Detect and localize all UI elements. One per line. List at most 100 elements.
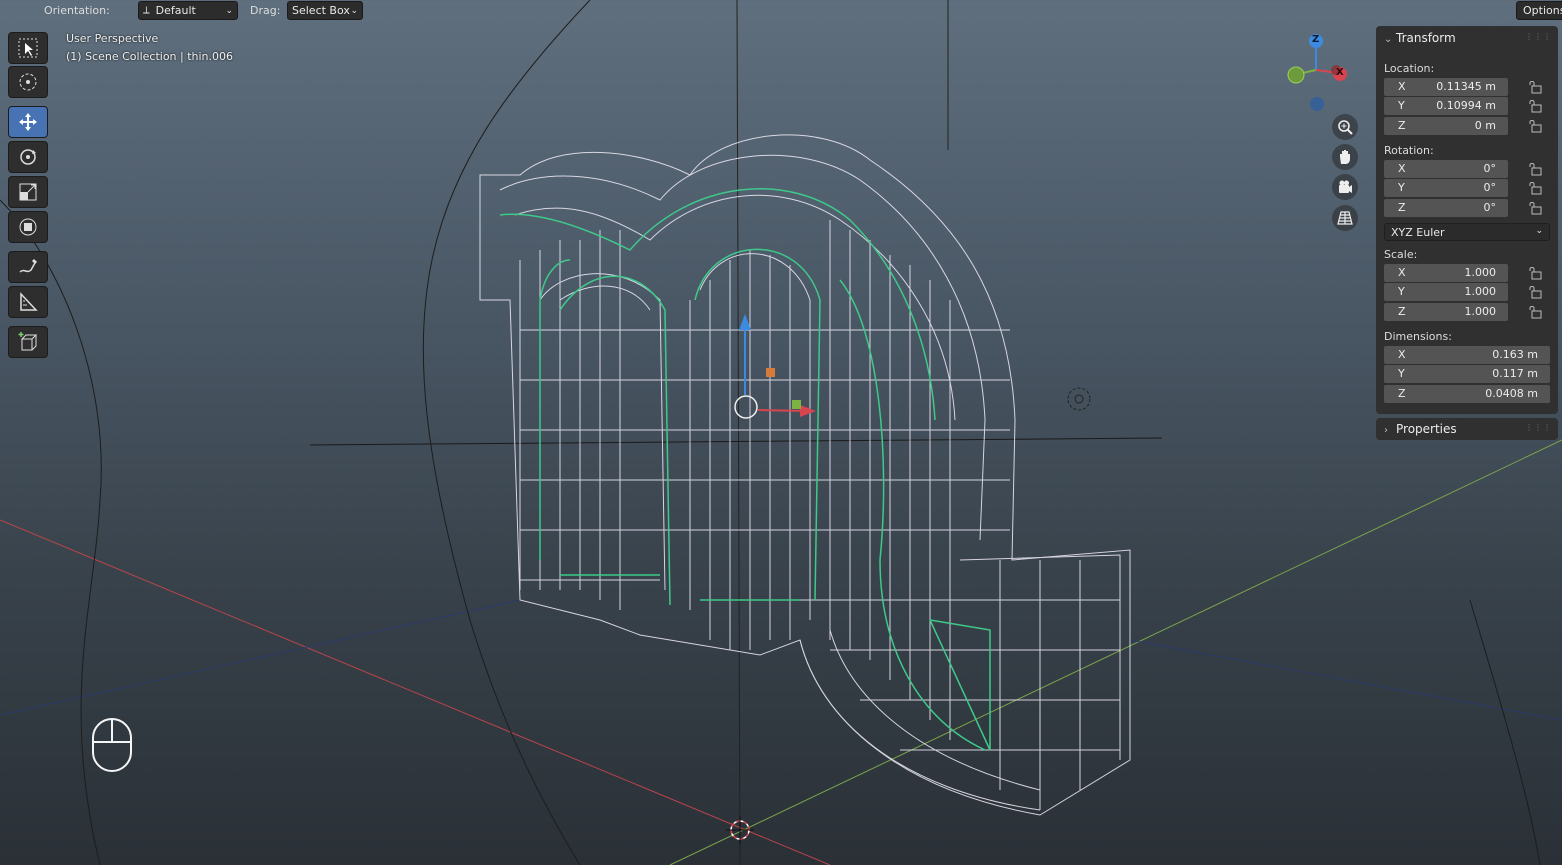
tool-move[interactable] bbox=[8, 106, 48, 138]
axis-label: X bbox=[1398, 80, 1406, 93]
properties-title: Properties bbox=[1396, 422, 1457, 436]
gizmo-x-label: X bbox=[1336, 67, 1344, 78]
rotation-z-field[interactable]: Z 0° bbox=[1384, 199, 1508, 217]
transform-panel-header[interactable]: ⌄ Transform bbox=[1384, 31, 1456, 45]
lock-icon[interactable] bbox=[1526, 285, 1542, 299]
lock-icon[interactable] bbox=[1526, 119, 1542, 133]
transform-title: Transform bbox=[1396, 31, 1456, 45]
drag-handle-icon[interactable]: ⋮⋮⋮ bbox=[1525, 32, 1552, 41]
rotation-mode-value: XYZ Euler bbox=[1391, 226, 1445, 239]
scale-x-field[interactable]: X 1.000 bbox=[1384, 264, 1508, 282]
tool-select-box[interactable] bbox=[8, 32, 48, 64]
field-value: 1.000 bbox=[1464, 266, 1497, 279]
location-x-field[interactable]: X 0.11345 m bbox=[1384, 78, 1508, 96]
move-icon bbox=[19, 113, 37, 131]
field-value: 0 m bbox=[1474, 119, 1496, 132]
3d-cursor[interactable] bbox=[726, 816, 754, 844]
tool-add-cube[interactable] bbox=[8, 326, 48, 358]
dimensions-y-field[interactable]: Y 0.117 m bbox=[1384, 365, 1550, 383]
field-value: 1.000 bbox=[1464, 305, 1497, 318]
lock-icon[interactable] bbox=[1526, 305, 1542, 319]
axis-label: Y bbox=[1398, 367, 1405, 380]
move-gizmo-x-arrow[interactable] bbox=[800, 405, 816, 417]
perspective-toggle-button[interactable] bbox=[1332, 205, 1358, 231]
rotation-mode-select[interactable]: XYZ Euler ⌄ bbox=[1384, 223, 1550, 241]
camera-view-button[interactable] bbox=[1332, 174, 1358, 200]
transform-icon bbox=[19, 218, 37, 236]
field-value: 0.163 m bbox=[1492, 348, 1538, 361]
location-label: Location: bbox=[1384, 62, 1435, 75]
selected-edges bbox=[499, 188, 991, 751]
axis-label: Z bbox=[1398, 305, 1406, 318]
rotation-label: Rotation: bbox=[1384, 144, 1434, 157]
chevron-down-icon: ⌄ bbox=[225, 5, 233, 16]
x-axis-line bbox=[0, 519, 831, 865]
move-gizmo-plane[interactable] bbox=[766, 368, 775, 377]
cursor-icon bbox=[19, 73, 37, 91]
axis-label: Z bbox=[1398, 201, 1406, 214]
light-object[interactable] bbox=[1067, 387, 1091, 411]
lock-icon[interactable] bbox=[1526, 181, 1542, 195]
tool-measure[interactable] bbox=[8, 286, 48, 318]
tool-cursor[interactable] bbox=[8, 66, 48, 98]
measure-icon bbox=[20, 292, 38, 311]
rotation-x-field[interactable]: X 0° bbox=[1384, 160, 1508, 178]
view-name: User Perspective bbox=[66, 32, 159, 45]
dimensions-z-field[interactable]: Z 0.0408 m bbox=[1384, 385, 1550, 403]
field-value: 0° bbox=[1483, 181, 1497, 194]
annotate-icon bbox=[19, 259, 37, 273]
dimensions-x-field[interactable]: X 0.163 m bbox=[1384, 346, 1550, 364]
move-gizmo-plane[interactable] bbox=[792, 400, 801, 409]
field-value: 1.000 bbox=[1464, 285, 1497, 298]
scale-label: Scale: bbox=[1384, 248, 1418, 261]
pan-button[interactable] bbox=[1332, 144, 1358, 170]
properties-panel-header[interactable]: › Properties bbox=[1384, 422, 1457, 436]
lock-icon[interactable] bbox=[1526, 201, 1542, 215]
rotation-y-field[interactable]: Y 0° bbox=[1384, 179, 1508, 197]
viewport-header: Orientation: ⟂ Default ⌄ Drag: Select Bo… bbox=[0, 0, 1562, 22]
location-z-field[interactable]: Z 0 m bbox=[1384, 117, 1508, 135]
field-value: 0° bbox=[1483, 162, 1497, 175]
move-gizmo-z-arrow[interactable] bbox=[739, 314, 751, 330]
orientation-dropdown[interactable]: ⟂ Default ⌄ bbox=[138, 1, 238, 20]
hand-icon bbox=[1340, 150, 1350, 164]
wireframe-mesh[interactable] bbox=[479, 134, 1131, 816]
field-value: 0.11345 m bbox=[1436, 80, 1496, 93]
field-value: 0° bbox=[1483, 201, 1497, 214]
rotate-icon bbox=[20, 149, 36, 165]
chevron-down-icon: ⌄ bbox=[1535, 226, 1543, 236]
scale-z-field[interactable]: Z 1.000 bbox=[1384, 303, 1508, 321]
lock-icon[interactable] bbox=[1526, 99, 1542, 113]
transform-panel: ⌄ Transform ⋮⋮⋮ Location: X 0.11345 m Y 0.1… bbox=[1376, 26, 1558, 414]
3d-viewport[interactable] bbox=[0, 0, 1562, 865]
camera-icon bbox=[1339, 180, 1352, 193]
axis-label: X bbox=[1398, 162, 1406, 175]
lock-icon[interactable] bbox=[1526, 80, 1542, 94]
drag-label: Drag: bbox=[250, 4, 281, 17]
axis-label: Y bbox=[1398, 181, 1405, 194]
location-y-field[interactable]: Y 0.10994 m bbox=[1384, 97, 1508, 115]
chevron-down-icon: ⌄ bbox=[1384, 34, 1393, 45]
tool-scale[interactable] bbox=[8, 176, 48, 208]
horizontal-line bbox=[309, 437, 1163, 446]
select-box-icon bbox=[18, 38, 38, 58]
tool-annotate[interactable] bbox=[8, 251, 48, 283]
tool-rotate[interactable] bbox=[8, 141, 48, 173]
lock-icon[interactable] bbox=[1526, 162, 1542, 176]
tool-transform[interactable] bbox=[8, 211, 48, 243]
grid-perspective-icon bbox=[1337, 211, 1353, 225]
scale-y-field[interactable]: Y 1.000 bbox=[1384, 283, 1508, 301]
orientation-axes-icon: ⟂ bbox=[143, 5, 150, 16]
drag-dropdown[interactable]: Select Box ⌄ bbox=[287, 1, 363, 20]
drag-handle-icon[interactable]: ⋮⋮⋮ bbox=[1525, 423, 1552, 432]
add-cube-icon bbox=[18, 332, 38, 351]
vertical-axis-line bbox=[736, 0, 741, 865]
zoom-button[interactable] bbox=[1332, 114, 1358, 140]
axis-label: Y bbox=[1398, 99, 1405, 112]
options-button[interactable]: Options bbox=[1516, 1, 1562, 20]
properties-panel[interactable]: › Properties ⋮⋮⋮ bbox=[1376, 418, 1558, 440]
axis-label: Y bbox=[1398, 285, 1405, 298]
axis-label: Z bbox=[1398, 119, 1406, 132]
lock-icon[interactable] bbox=[1526, 266, 1542, 280]
chevron-down-icon: ⌄ bbox=[350, 5, 358, 16]
